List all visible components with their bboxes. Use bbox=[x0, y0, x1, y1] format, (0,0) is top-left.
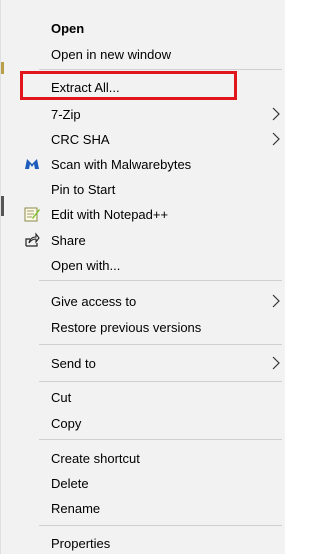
menu-separator bbox=[39, 381, 282, 382]
menu-item-restore-previous-versions[interactable]: Restore previous versions bbox=[1, 314, 286, 340]
menu-item-copy[interactable]: Copy bbox=[1, 410, 286, 436]
malwarebytes-icon bbox=[23, 155, 41, 173]
menu-item-rename[interactable]: Rename bbox=[1, 495, 286, 521]
menu-item-label: Properties bbox=[51, 535, 111, 551]
menu-item-open[interactable]: Open bbox=[1, 15, 286, 41]
menu-item-label: Send to bbox=[51, 355, 96, 371]
menu-item-label: Edit with Notepad++ bbox=[51, 206, 169, 222]
chevron-right-icon bbox=[272, 356, 280, 370]
menu-item-label: Create shortcut bbox=[51, 450, 140, 466]
chevron-right-icon bbox=[272, 107, 280, 121]
menu-item-edit-with-notepad-plus-plus[interactable]: Edit with Notepad++ bbox=[1, 201, 286, 227]
menu-item-scan-with-malwarebytes[interactable]: Scan with Malwarebytes bbox=[1, 151, 286, 177]
context-menu: Open Open in new window Extract All... 7… bbox=[0, 0, 285, 554]
menu-item-7-zip[interactable]: 7-Zip bbox=[1, 101, 286, 127]
share-icon bbox=[23, 231, 41, 249]
menu-item-share[interactable]: Share bbox=[1, 227, 286, 253]
menu-item-label: Give access to bbox=[51, 293, 137, 309]
menu-item-label: Open with... bbox=[51, 257, 121, 273]
chevron-right-icon bbox=[272, 132, 280, 146]
chevron-right-icon bbox=[272, 294, 280, 308]
notepad-plus-plus-icon bbox=[23, 205, 41, 223]
menu-item-open-with[interactable]: Open with... bbox=[1, 252, 286, 278]
menu-item-give-access-to[interactable]: Give access to bbox=[1, 288, 286, 314]
menu-item-label: Restore previous versions bbox=[51, 319, 202, 335]
menu-item-label: Open bbox=[51, 20, 85, 36]
menu-item-extract-all[interactable]: Extract All... bbox=[1, 74, 286, 100]
menu-item-crc-sha[interactable]: CRC SHA bbox=[1, 126, 286, 152]
menu-separator bbox=[39, 525, 282, 526]
menu-item-label: Extract All... bbox=[51, 79, 120, 95]
menu-separator bbox=[39, 439, 282, 440]
menu-item-label: Share bbox=[51, 232, 86, 248]
menu-item-label: Copy bbox=[51, 415, 82, 431]
menu-separator bbox=[39, 344, 282, 345]
menu-item-create-shortcut[interactable]: Create shortcut bbox=[1, 445, 286, 471]
menu-item-label: Pin to Start bbox=[51, 181, 116, 197]
menu-item-open-in-new-window[interactable]: Open in new window bbox=[1, 41, 286, 67]
menu-item-send-to[interactable]: Send to bbox=[1, 350, 286, 376]
menu-item-label: Cut bbox=[51, 389, 72, 405]
menu-separator bbox=[39, 280, 282, 281]
menu-item-label: Scan with Malwarebytes bbox=[51, 156, 192, 172]
menu-item-properties[interactable]: Properties bbox=[1, 530, 286, 556]
menu-item-pin-to-start[interactable]: Pin to Start bbox=[1, 176, 286, 202]
menu-item-label: Delete bbox=[51, 475, 89, 491]
menu-item-label: 7-Zip bbox=[51, 106, 81, 122]
menu-item-label: CRC SHA bbox=[51, 131, 110, 147]
menu-separator bbox=[39, 69, 282, 70]
menu-item-delete[interactable]: Delete bbox=[1, 470, 286, 496]
menu-item-label: Open in new window bbox=[51, 46, 171, 62]
menu-item-label: Rename bbox=[51, 500, 101, 516]
menu-item-cut[interactable]: Cut bbox=[1, 384, 286, 410]
